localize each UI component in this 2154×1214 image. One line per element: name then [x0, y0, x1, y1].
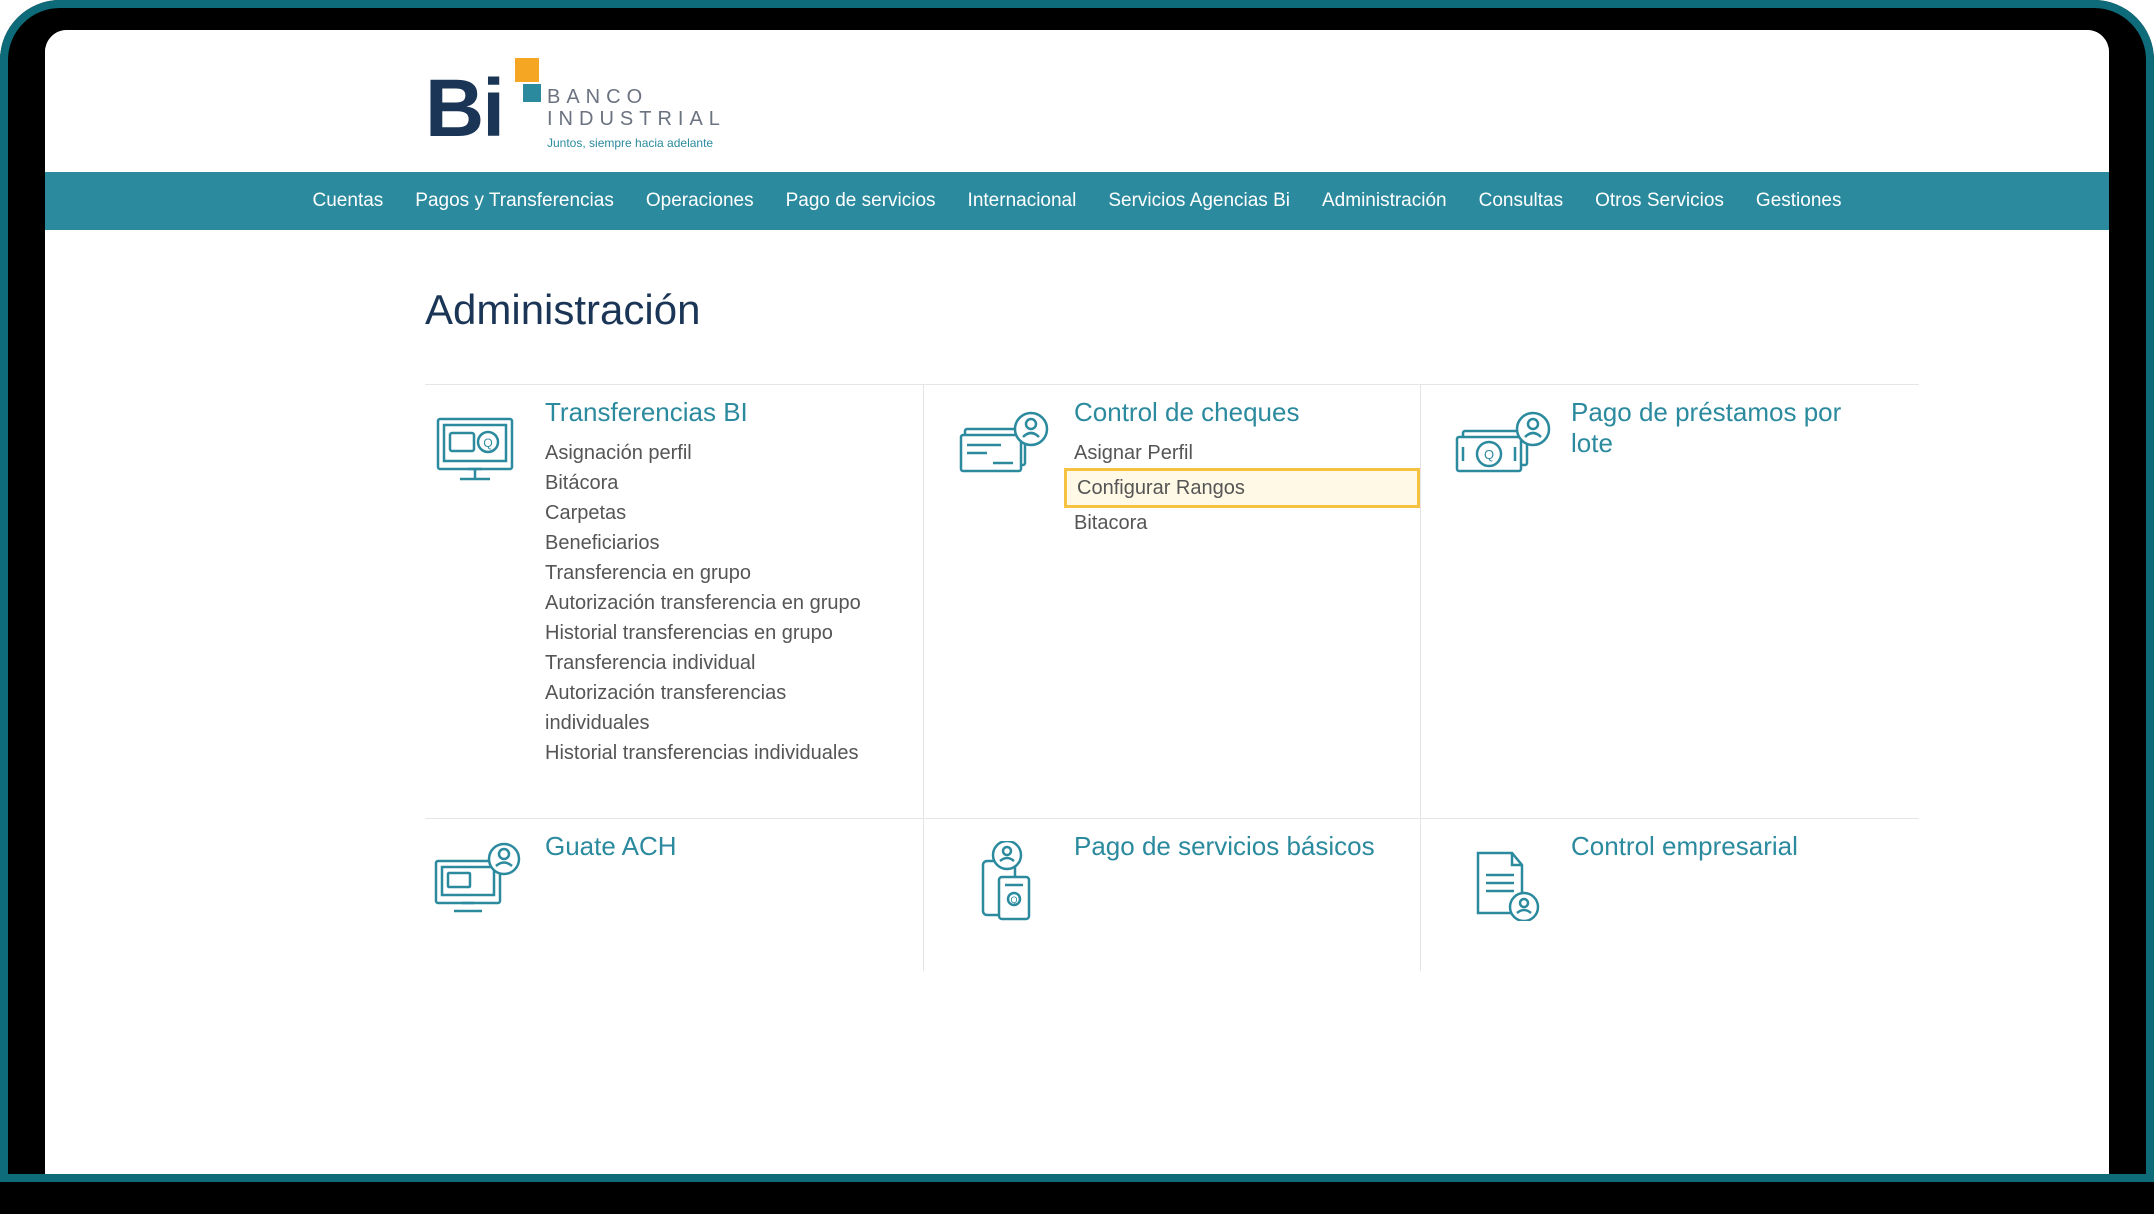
- laptop-base: [0, 1174, 2154, 1214]
- laptop-frame: Bi BANCO INDUSTRIAL Juntos, siempre haci…: [0, 0, 2154, 1214]
- nav-otros-servicios[interactable]: Otros Servicios: [1595, 190, 1724, 212]
- cheque-user-icon: [954, 397, 1054, 487]
- nav-internacional[interactable]: Internacional: [968, 190, 1077, 212]
- nav-pago-servicios[interactable]: Pago de servicios: [786, 190, 936, 212]
- card-pago-prestamos: Q Pago de préstamos por lote: [1421, 384, 1919, 818]
- header: Bi BANCO INDUSTRIAL Juntos, siempre haci…: [45, 30, 2109, 172]
- card-control-cheques: Control de cheques Asignar Perfil Config…: [923, 384, 1421, 818]
- card-control-empresarial: Control empresarial: [1421, 818, 1919, 971]
- card-title-guate-ach[interactable]: Guate ACH: [545, 831, 893, 862]
- nav-cuentas[interactable]: Cuentas: [313, 190, 384, 212]
- link-historial-individual[interactable]: Historial transferencias individuales: [545, 738, 893, 768]
- nav-gestiones[interactable]: Gestiones: [1756, 190, 1842, 212]
- mobile-user-icon: Q: [954, 831, 1054, 921]
- money-user-icon: Q: [1451, 397, 1551, 487]
- link-beneficiarios[interactable]: Beneficiarios: [545, 528, 893, 558]
- monitor-user-icon: [425, 831, 525, 921]
- nav-consultas[interactable]: Consultas: [1479, 190, 1564, 212]
- link-transferencia-individual[interactable]: Transferencia individual: [545, 648, 893, 678]
- page-title: Administración: [425, 286, 1919, 334]
- logo-text: BANCO INDUSTRIAL Juntos, siempre hacia a…: [547, 58, 726, 150]
- logo-mark-icon: Bi: [425, 58, 525, 148]
- link-carpetas[interactable]: Carpetas: [545, 498, 893, 528]
- link-autorizacion-individual[interactable]: Autorización transferencias individuales: [545, 678, 893, 738]
- main-nav: Cuentas Pagos y Transferencias Operacion…: [45, 172, 2109, 230]
- brand-logo[interactable]: Bi BANCO INDUSTRIAL Juntos, siempre haci…: [425, 58, 726, 150]
- brand-name-1: BANCO: [547, 86, 726, 108]
- svg-text:Q: Q: [1484, 447, 1494, 462]
- svg-text:Q: Q: [1010, 895, 1017, 905]
- card-title-pago-servicios[interactable]: Pago de servicios básicos: [1074, 831, 1390, 862]
- nav-administracion[interactable]: Administración: [1322, 190, 1447, 212]
- brand-tagline: Juntos, siempre hacia adelante: [547, 136, 726, 150]
- link-bitacora-cheques[interactable]: Bitacora: [1074, 508, 1390, 538]
- link-bitacora[interactable]: Bitácora: [545, 468, 893, 498]
- link-historial-grupo[interactable]: Historial transferencias en grupo: [545, 618, 893, 648]
- card-transferencias-bi: Q Transferencias BI Asignación perfil Bi…: [425, 384, 923, 818]
- nav-servicios-agencias[interactable]: Servicios Agencias Bi: [1108, 190, 1290, 212]
- app-screen: Bi BANCO INDUSTRIAL Juntos, siempre haci…: [45, 30, 2109, 1174]
- card-title-control-empresarial[interactable]: Control empresarial: [1571, 831, 1889, 862]
- link-autorizacion-grupo[interactable]: Autorización transferencia en grupo: [545, 588, 893, 618]
- document-user-icon: [1451, 831, 1551, 921]
- brand-name-2: INDUSTRIAL: [547, 108, 726, 130]
- cards-grid: Q Transferencias BI Asignación perfil Bi…: [425, 384, 1919, 971]
- card-title-pago-prestamos[interactable]: Pago de préstamos por lote: [1571, 397, 1889, 459]
- svg-text:Q: Q: [483, 436, 492, 450]
- card-guate-ach: Guate ACH: [425, 818, 923, 971]
- nav-pagos-transferencias[interactable]: Pagos y Transferencias: [415, 190, 614, 212]
- monitor-payment-icon: Q: [425, 397, 525, 487]
- link-configurar-rangos[interactable]: Configurar Rangos: [1064, 468, 1420, 508]
- card-title-transferencias[interactable]: Transferencias BI: [545, 397, 893, 428]
- content-area: Administración Q: [45, 230, 2109, 1174]
- link-asignar-perfil[interactable]: Asignar Perfil: [1074, 438, 1390, 468]
- card-title-control-cheques[interactable]: Control de cheques: [1074, 397, 1390, 428]
- link-transferencia-grupo[interactable]: Transferencia en grupo: [545, 558, 893, 588]
- card-pago-servicios: Q Pago de servicios básicos: [923, 818, 1421, 971]
- link-asignacion-perfil[interactable]: Asignación perfil: [545, 438, 893, 468]
- nav-operaciones[interactable]: Operaciones: [646, 190, 754, 212]
